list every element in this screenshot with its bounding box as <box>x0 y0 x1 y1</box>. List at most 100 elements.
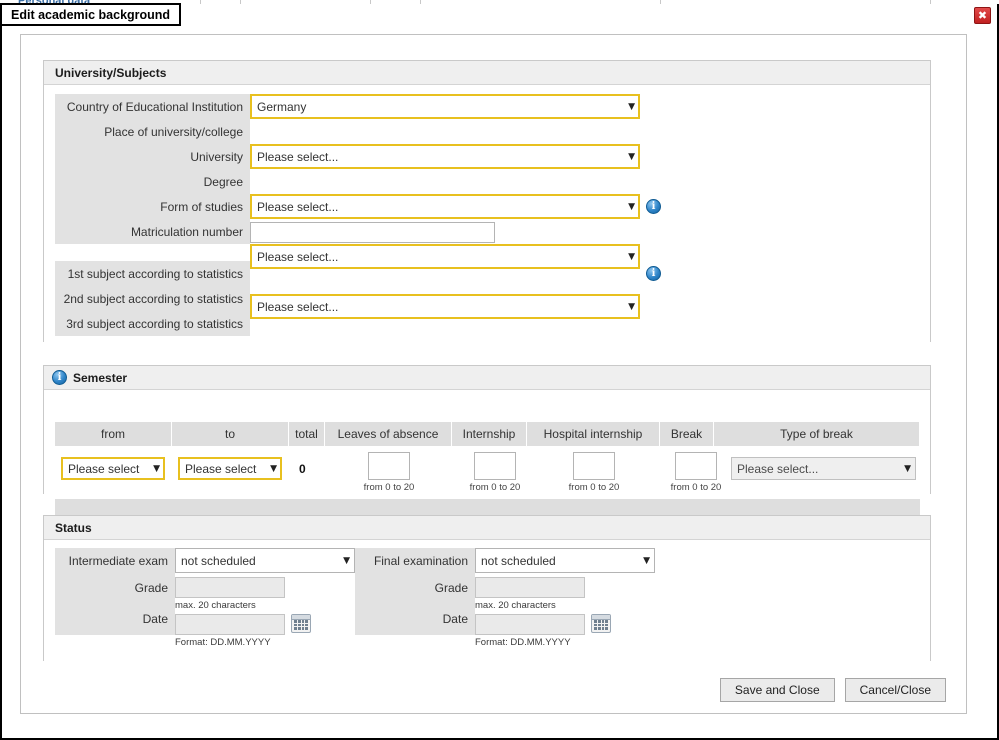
form-of-studies-select-display[interactable]: Please select... <box>250 294 640 319</box>
university-select-display[interactable]: Please select... <box>250 194 640 219</box>
semester-col-leaves: Leaves of absence <box>325 422 452 446</box>
intermediate-date-input[interactable] <box>175 614 285 635</box>
semester-from-display[interactable]: Please select <box>61 457 165 480</box>
semester-col-break: Break <box>660 422 714 446</box>
leaves-of-absence-input[interactable] <box>368 452 410 480</box>
hospital-internship-field[interactable] <box>573 452 615 480</box>
intermediate-grade-input[interactable] <box>175 577 285 598</box>
internship-field[interactable] <box>474 452 516 480</box>
semester-col-hospital-internship: Hospital internship <box>527 422 660 446</box>
place-select-display[interactable]: Please select... <box>250 144 640 169</box>
calendar-icon-header <box>592 615 610 620</box>
semester-heading-label: Semester <box>73 371 127 385</box>
form-of-studies-info-icon[interactable]: i <box>646 199 661 214</box>
final-examination-label: Final examination <box>355 548 475 573</box>
place-of-university-select[interactable]: Please select... ▼ <box>250 144 640 169</box>
university-subjects-panel: University/Subjects Country of Education… <box>43 60 931 342</box>
hospital-internship-hint: from 0 to 20 <box>558 482 630 493</box>
intermediate-date-hint: Format: DD.MM.YYYY <box>175 637 271 648</box>
status-heading: Status <box>44 516 930 540</box>
calendar-icon[interactable] <box>291 614 311 633</box>
final-examination-display[interactable]: not scheduled <box>475 548 655 573</box>
intermediate-date-label: Date <box>55 603 175 635</box>
university-select-value: Please select... <box>257 201 338 213</box>
matriculation-number-input[interactable] <box>250 222 495 243</box>
intermediate-exam-select[interactable]: not scheduled ▼ <box>175 548 355 573</box>
third-subject-label: 3rd subject according to statistics <box>55 311 250 336</box>
degree-select-value: Please select... <box>257 251 338 263</box>
semester-table-header-row: from to total Leaves of absence Internsh… <box>55 422 920 446</box>
country-select-display[interactable]: Germany <box>250 94 640 119</box>
semester-panel: i Semester from to total Leaves of absen… <box>43 365 931 494</box>
form-of-studies-label: Form of studies <box>55 194 250 219</box>
break-input[interactable] <box>675 452 717 480</box>
internship-hint: from 0 to 20 <box>459 482 531 493</box>
first-subject-label: 1st subject according to statistics <box>55 261 250 286</box>
semester-col-to: to <box>172 422 289 446</box>
country-select-value: Germany <box>257 101 306 113</box>
university-subjects-heading: University/Subjects <box>44 61 930 85</box>
internship-input[interactable] <box>474 452 516 480</box>
intermediate-exam-label: Intermediate exam <box>55 548 175 573</box>
semester-table-row: Please select ▼ Please select ▼ 0 <box>55 446 920 498</box>
final-grade-input[interactable] <box>475 577 585 598</box>
semester-col-internship: Internship <box>452 422 527 446</box>
final-date-input[interactable] <box>475 614 585 635</box>
final-examination-value: not scheduled <box>481 555 556 567</box>
dialog-title: Edit academic background <box>11 8 170 22</box>
save-and-close-button[interactable]: Save and Close <box>720 678 835 702</box>
intermediate-exam-display[interactable]: not scheduled <box>175 548 355 573</box>
break-field[interactable] <box>675 452 717 480</box>
semester-col-from: from <box>55 422 172 446</box>
final-grade-label: Grade <box>355 573 475 603</box>
type-of-break-value: Please select... <box>737 463 818 475</box>
type-of-break-display[interactable]: Please select... <box>731 457 916 480</box>
status-panel: Status Intermediate exam not scheduled ▼… <box>43 515 931 661</box>
matriculation-number-label: Matriculation number <box>55 219 250 244</box>
semester-info-icon[interactable]: i <box>52 370 67 385</box>
semester-to-value: Please select <box>185 463 256 475</box>
calendar-icon-header <box>292 615 310 620</box>
final-grade-hint: max. 20 characters <box>475 600 556 611</box>
calendar-icon-grid <box>594 620 608 630</box>
cancel-close-button[interactable]: Cancel/Close <box>845 678 946 702</box>
form-of-studies-select[interactable]: Please select... ▼ <box>250 294 640 319</box>
status-heading-label: Status <box>55 521 92 535</box>
hospital-internship-input[interactable] <box>573 452 615 480</box>
place-of-university-label: Place of university/college <box>55 119 250 144</box>
final-grade-field[interactable] <box>475 577 585 598</box>
semester-total-value: 0 <box>299 462 306 476</box>
degree-label: Degree <box>55 169 250 194</box>
leaves-of-absence-field[interactable] <box>368 452 410 480</box>
country-label: Country of Educational Institution <box>55 94 250 119</box>
dialog-content-card: University/Subjects Country of Education… <box>20 34 967 714</box>
semester-to-display[interactable]: Please select <box>178 457 282 480</box>
semester-from-select[interactable]: Please select ▼ <box>61 457 165 480</box>
degree-select[interactable]: Please select... ▼ <box>250 244 640 269</box>
first-subject-info-icon[interactable]: i <box>646 266 661 281</box>
second-subject-label: 2nd subject according to statistics <box>55 286 250 311</box>
university-select[interactable]: Please select... ▼ <box>250 194 640 219</box>
matriculation-number-field[interactable] <box>250 222 495 243</box>
close-icon[interactable]: ✖ <box>974 7 991 24</box>
semester-to-select[interactable]: Please select ▼ <box>178 457 282 480</box>
intermediate-grade-field[interactable] <box>175 577 285 598</box>
semester-heading: i Semester <box>44 366 930 390</box>
university-label: University <box>55 144 250 169</box>
intermediate-grade-label: Grade <box>55 573 175 603</box>
intermediate-grade-hint: max. 20 characters <box>175 600 256 611</box>
dialog-title-tab: Edit academic background <box>0 3 181 26</box>
place-select-value: Please select... <box>257 151 338 163</box>
status-body: Intermediate exam not scheduled ▼ Grade … <box>44 540 930 661</box>
semester-body: from to total Leaves of absence Internsh… <box>44 390 930 494</box>
country-of-educational-institution-select[interactable]: Germany ▼ <box>250 94 640 119</box>
final-examination-select[interactable]: not scheduled ▼ <box>475 548 655 573</box>
final-date-field[interactable] <box>475 614 585 635</box>
intermediate-date-field[interactable] <box>175 614 285 635</box>
university-subjects-heading-label: University/Subjects <box>55 66 166 80</box>
type-of-break-select[interactable]: Please select... ▼ <box>731 457 916 480</box>
edit-academic-background-dialog: Edit academic background ✖ University/Su… <box>0 4 999 740</box>
degree-select-display[interactable]: Please select... <box>250 244 640 269</box>
calendar-icon[interactable] <box>591 614 611 633</box>
semester-from-value: Please select <box>68 463 139 475</box>
